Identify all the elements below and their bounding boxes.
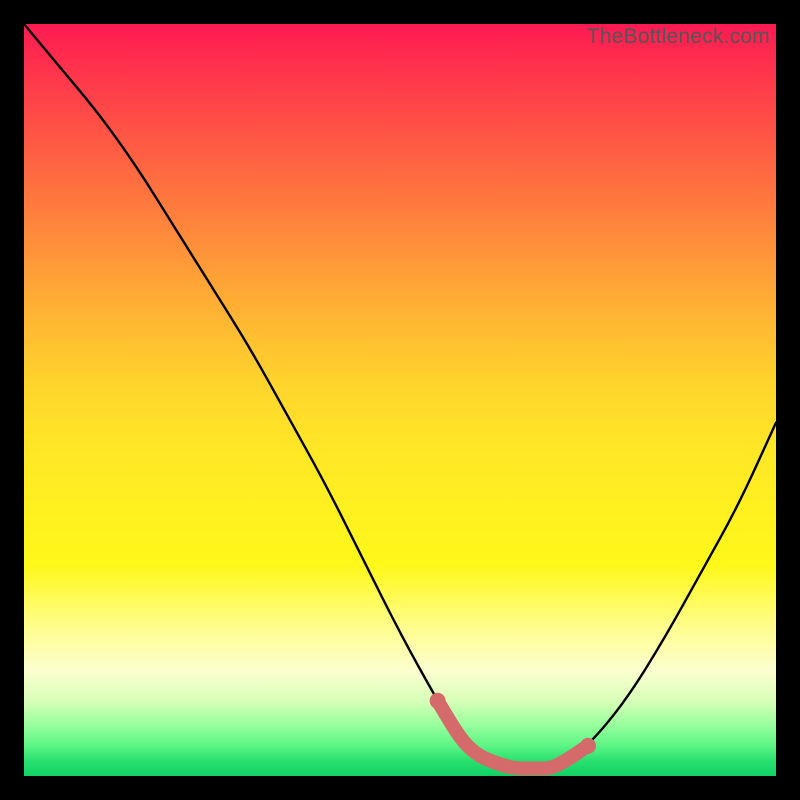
- optimal-range-highlight: [438, 701, 588, 769]
- chart-svg: [24, 24, 776, 776]
- highlight-dot-right: [580, 738, 596, 754]
- chart-frame: TheBottleneck.com: [0, 0, 800, 800]
- bottleneck-curve: [24, 24, 776, 769]
- chart-plot-area: TheBottleneck.com: [24, 24, 776, 776]
- highlight-dot-left: [430, 693, 446, 709]
